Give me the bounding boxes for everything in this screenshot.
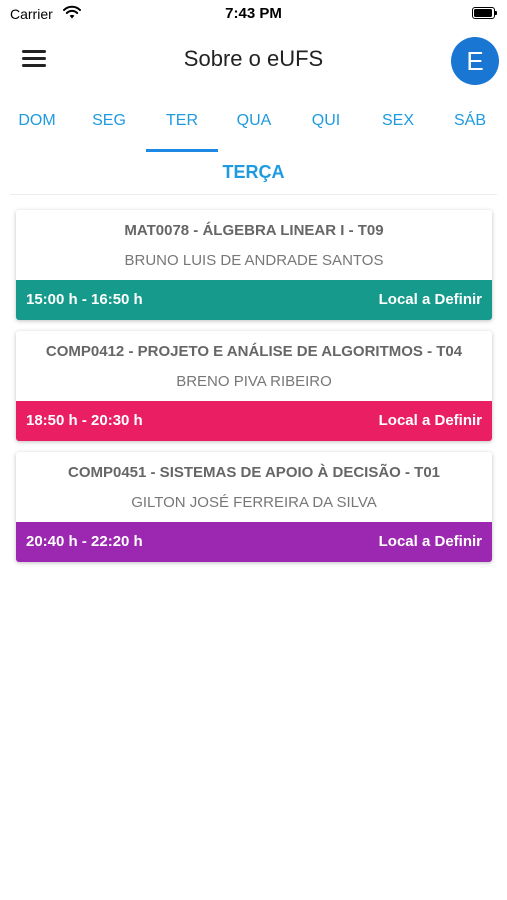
class-title: COMP0451 - SISTEMAS DE APOIO À DECISÃO -… [67, 464, 441, 481]
selected-tab-indicator [146, 149, 218, 152]
class-card[interactable]: COMP0451 - SISTEMAS DE APOIO À DECISÃO -… [16, 452, 492, 562]
class-time: 15:00 h - 16:50 h [26, 291, 143, 308]
class-time: 18:50 h - 20:30 h [26, 412, 143, 429]
divider [10, 194, 497, 195]
class-teacher: BRENO PIVA RIBEIRO [176, 373, 332, 390]
class-card[interactable]: MAT0078 - ÁLGEBRA LINEAR I - T09 BRUNO L… [16, 210, 492, 320]
class-location: Local a Definir [378, 291, 482, 308]
battery-icon [472, 7, 497, 19]
day-heading: TERÇA [222, 162, 285, 182]
tab-qua[interactable]: QUA [218, 103, 290, 151]
class-footer: 20:40 h - 22:20 h Local a Definir [16, 522, 492, 562]
class-footer: 15:00 h - 16:50 h Local a Definir [16, 280, 492, 320]
class-teacher: BRUNO LUIS DE ANDRADE SANTOS [124, 252, 384, 269]
tab-sex[interactable]: SEX [362, 103, 434, 151]
class-footer: 18:50 h - 20:30 h Local a Definir [16, 401, 492, 441]
tab-sab[interactable]: SÁB [434, 103, 506, 151]
class-location: Local a Definir [378, 412, 482, 429]
tab-seg[interactable]: SEG [73, 103, 145, 151]
class-card[interactable]: COMP0412 - PROJETO E ANÁLISE DE ALGORITM… [16, 331, 492, 441]
day-tabs: DOM SEG TER QUA QUI SEX SÁB [0, 103, 507, 152]
app-bar: Sobre o eUFS E [0, 30, 507, 90]
tab-dom[interactable]: DOM [1, 103, 73, 151]
class-title: COMP0412 - PROJETO E ANÁLISE DE ALGORITM… [45, 343, 463, 360]
class-title: MAT0078 - ÁLGEBRA LINEAR I - T09 [124, 222, 384, 239]
tab-qui[interactable]: QUI [290, 103, 362, 151]
class-location: Local a Definir [378, 533, 482, 550]
avatar[interactable]: E [451, 37, 499, 85]
clock: 7:43 PM [225, 5, 282, 22]
status-bar: Carrier 7:43 PM [0, 0, 507, 28]
tab-ter[interactable]: TER [146, 103, 218, 151]
class-time: 20:40 h - 22:20 h [26, 533, 143, 550]
page-title: Sobre o eUFS [183, 46, 324, 71]
class-teacher: GILTON JOSÉ FERREIRA DA SILVA [131, 494, 377, 511]
